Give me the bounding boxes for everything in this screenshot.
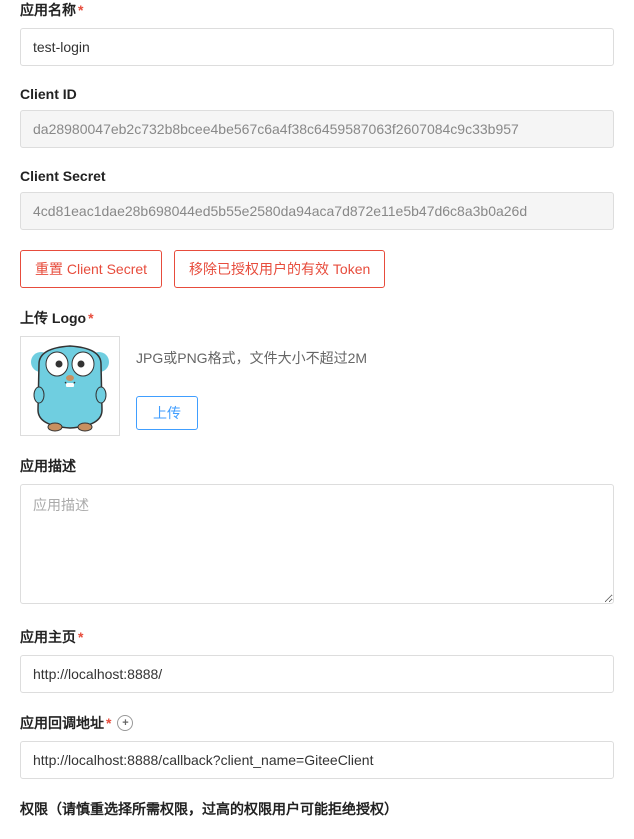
required-indicator: * xyxy=(106,715,111,731)
app-description-textarea[interactable] xyxy=(20,484,614,604)
required-indicator: * xyxy=(78,629,83,645)
client-id-input xyxy=(20,110,614,148)
app-name-input[interactable] xyxy=(20,28,614,66)
client-secret-label: Client Secret xyxy=(20,168,614,184)
permissions-label: 权限（请慎重选择所需权限，过高的权限用户可能拒绝授权） xyxy=(20,801,398,817)
upload-button[interactable]: 上传 xyxy=(136,396,198,430)
app-homepage-label: 应用主页* xyxy=(20,627,614,647)
client-secret-input xyxy=(20,192,614,230)
callback-url-label: 应用回调地址*+ xyxy=(20,713,614,733)
remove-tokens-button[interactable]: 移除已授权用户的有效 Token xyxy=(174,250,385,288)
required-indicator: * xyxy=(88,310,93,326)
client-id-label: Client ID xyxy=(20,86,614,102)
app-description-label: 应用描述 xyxy=(20,456,614,476)
logo-hint-text: JPG或PNG格式，文件大小不超过2M xyxy=(136,348,367,368)
plus-icon[interactable]: + xyxy=(117,715,133,731)
required-indicator: * xyxy=(78,2,83,18)
logo-preview xyxy=(20,336,120,436)
upload-logo-label: 上传 Logo* xyxy=(20,308,614,328)
reset-client-secret-button[interactable]: 重置 Client Secret xyxy=(20,250,162,288)
app-name-label: 应用名称* xyxy=(20,0,614,20)
gopher-icon xyxy=(25,340,115,432)
callback-url-input[interactable] xyxy=(20,741,614,779)
app-homepage-input[interactable] xyxy=(20,655,614,693)
